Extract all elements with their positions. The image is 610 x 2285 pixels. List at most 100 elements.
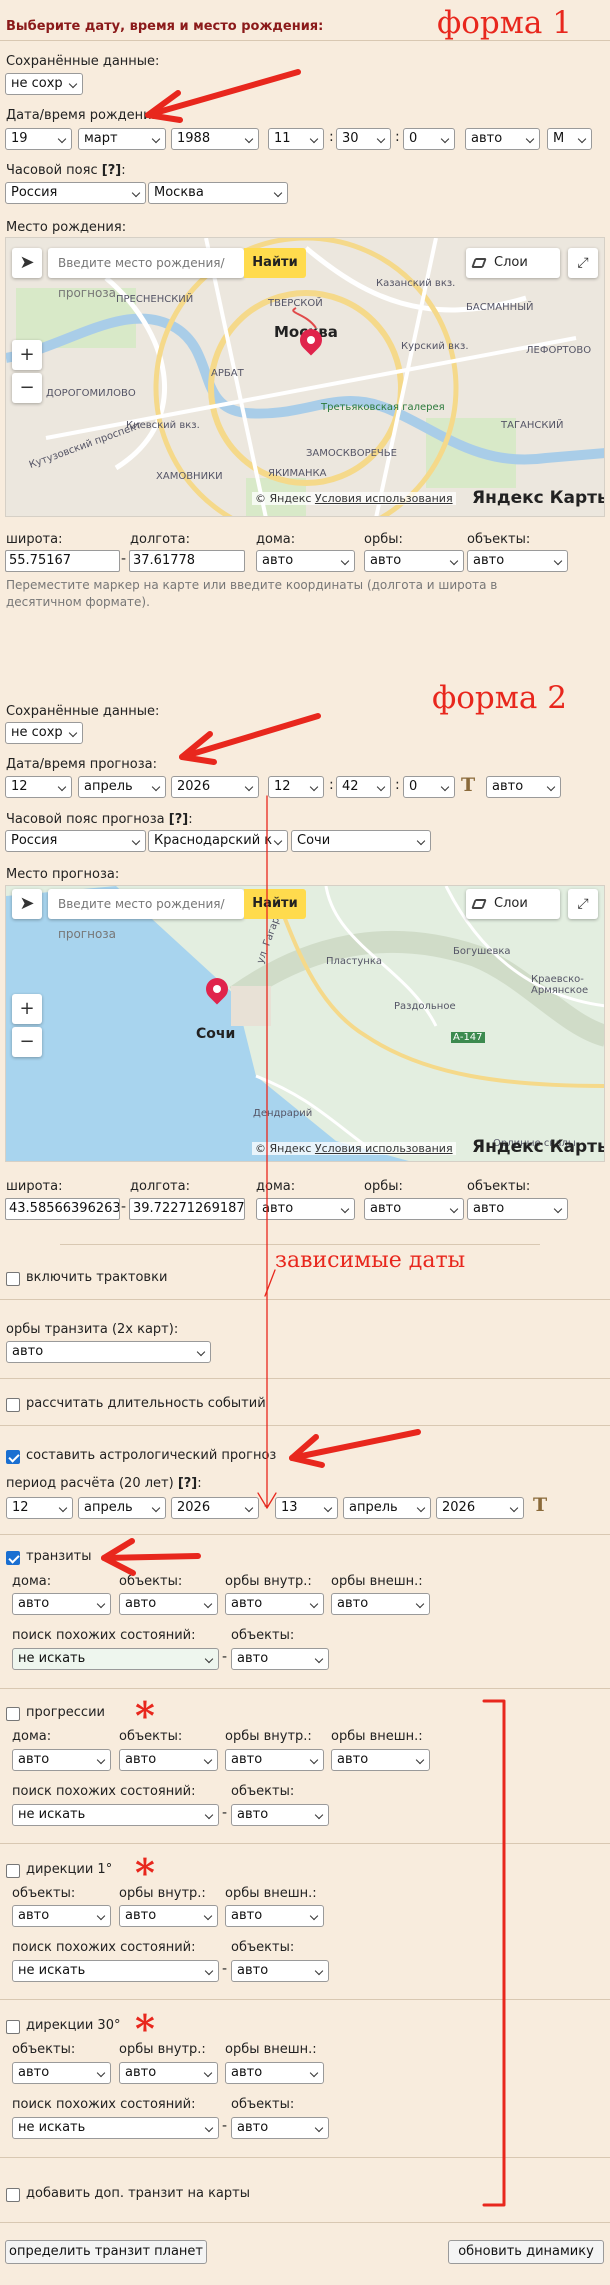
- forecast-second-select[interactable]: 0: [403, 776, 455, 798]
- timezone-city-select[interactable]: Москва: [148, 182, 288, 204]
- divider: [0, 1688, 610, 1689]
- birth-place-map[interactable]: Москва ПРЕСНЕНСКИЙ ТВЕРСКОЙ Казанский вк…: [5, 237, 605, 517]
- period-to-day-select[interactable]: 13: [275, 1497, 338, 1519]
- forecast-orbs-select[interactable]: авто: [364, 1198, 464, 1220]
- forecast-saved-data-select[interactable]: не сохр: [5, 722, 83, 744]
- transits-checkbox[interactable]: [6, 1551, 20, 1565]
- forecast-houses-select[interactable]: авто: [256, 1198, 355, 1220]
- longitude-input[interactable]: 37.61778: [129, 550, 245, 572]
- period-from-day-select[interactable]: 12: [6, 1497, 73, 1519]
- progressions-orbs-in-select[interactable]: авто: [225, 1749, 324, 1771]
- map-terms-link[interactable]: Условия использования: [315, 492, 453, 505]
- forecast-checkbox[interactable]: [6, 1450, 20, 1464]
- birth-year-select[interactable]: 1988: [171, 128, 259, 150]
- current-time-icon[interactable]: T: [533, 1494, 547, 1516]
- forecast-timezone-help-link[interactable]: [?]: [169, 812, 188, 827]
- forecast-hour-select[interactable]: 12: [268, 776, 324, 798]
- geolocation-icon[interactable]: ➤: [12, 889, 42, 919]
- transits-orbs-out-select[interactable]: авто: [331, 1593, 430, 1615]
- directions30-objects-select[interactable]: авто: [12, 2062, 111, 2084]
- birth-last-select[interactable]: М: [547, 128, 592, 150]
- directions1-similar-select[interactable]: не искать: [12, 1960, 219, 1982]
- progressions-houses-select[interactable]: авто: [12, 1749, 111, 1771]
- timezone-help-link[interactable]: [?]: [102, 163, 121, 178]
- durations-checkbox[interactable]: [6, 1398, 20, 1412]
- directions1-checkbox[interactable]: [6, 1864, 20, 1878]
- forecast-longitude-input[interactable]: 39.72271269187: [129, 1198, 245, 1220]
- transit-orbs-select[interactable]: авто: [6, 1341, 211, 1363]
- directions1-orbs-in-select[interactable]: авто: [119, 1905, 218, 1927]
- forecast-timezone-region-select[interactable]: Краснодарский к: [148, 830, 288, 852]
- birth-day-select[interactable]: 19: [5, 128, 72, 150]
- forecast-objects-select[interactable]: авто: [467, 1198, 568, 1220]
- period-from-month-select[interactable]: апрель: [78, 1497, 166, 1519]
- refresh-dynamics-button[interactable]: обновить динамику: [448, 2240, 604, 2264]
- birth-mode-select[interactable]: авто: [465, 128, 540, 150]
- directions1-similar-objects-select[interactable]: авто: [231, 1960, 329, 1982]
- determine-transit-button[interactable]: определить транзит планет: [5, 2240, 207, 2264]
- period-to-year-select[interactable]: 2026: [436, 1497, 524, 1519]
- interpretations-checkbox[interactable]: [6, 1272, 20, 1286]
- map-search-input[interactable]: Введите место рождения/прогноза: [48, 889, 244, 941]
- annotation-arrow: [179, 713, 321, 760]
- fullscreen-icon[interactable]: ⤢: [568, 889, 598, 919]
- directions1-orbs-out-select[interactable]: авто: [225, 1905, 324, 1927]
- forecast-timezone-country-select[interactable]: Россия: [5, 830, 146, 852]
- transits-similar-select[interactable]: не искать: [12, 1648, 219, 1670]
- orbs-select[interactable]: авто: [364, 550, 464, 572]
- map-terms-link[interactable]: Условия использования: [315, 1142, 453, 1155]
- orbs-label: орбы:: [364, 532, 403, 547]
- zoom-out-icon[interactable]: −: [12, 373, 42, 403]
- progressions-similar-objects-select[interactable]: авто: [231, 1804, 329, 1826]
- directions1-objects-select[interactable]: авто: [12, 1905, 111, 1927]
- forecast-mode-select[interactable]: авто: [486, 776, 561, 798]
- latitude-input[interactable]: 55.75167: [5, 550, 120, 572]
- birth-second-select[interactable]: 0: [403, 128, 455, 150]
- objects-select[interactable]: авто: [467, 550, 568, 572]
- period-to-month-select[interactable]: апрель: [343, 1497, 431, 1519]
- birth-hour-select[interactable]: 11: [268, 128, 324, 150]
- geolocation-icon[interactable]: ➤: [12, 248, 42, 278]
- birth-month-select[interactable]: март: [78, 128, 166, 150]
- forecast-month-select[interactable]: апрель: [78, 776, 166, 798]
- directions30-orbs-in-select[interactable]: авто: [119, 2062, 218, 2084]
- houses-select[interactable]: авто: [256, 550, 355, 572]
- transits-orbs-in-select[interactable]: авто: [225, 1593, 324, 1615]
- zoom-in-icon[interactable]: +: [12, 340, 42, 370]
- saved-data-select[interactable]: не сохр: [5, 73, 83, 95]
- map-find-button[interactable]: Найти: [244, 248, 306, 278]
- progressions-orbs-out-select[interactable]: авто: [331, 1749, 430, 1771]
- birth-minute-select[interactable]: 30: [336, 128, 391, 150]
- zoom-in-icon[interactable]: +: [12, 994, 42, 1024]
- durations-label: рассчитать длительность событий: [26, 1396, 266, 1411]
- timezone-country-select[interactable]: Россия: [5, 182, 146, 204]
- map-search-input[interactable]: Введите место рождения/прогноза: [48, 248, 244, 300]
- directions30-orbs-out-select[interactable]: авто: [225, 2062, 324, 2084]
- map-find-button[interactable]: Найти: [244, 889, 306, 919]
- transits-objects-select[interactable]: авто: [119, 1593, 218, 1615]
- period-help-link[interactable]: [?]: [178, 1476, 197, 1491]
- current-time-icon[interactable]: T: [461, 774, 475, 796]
- transit-orbs-label: орбы транзита (2x карт):: [6, 1322, 179, 1337]
- forecast-houses-label: дома:: [256, 1179, 296, 1194]
- progressions-checkbox[interactable]: [6, 1707, 20, 1721]
- transits-similar-objects-select[interactable]: авто: [231, 1648, 329, 1670]
- period-from-year-select[interactable]: 2026: [171, 1497, 259, 1519]
- progressions-similar-select[interactable]: не искать: [12, 1804, 219, 1826]
- add-transit-checkbox[interactable]: [6, 2188, 20, 2202]
- progressions-objects-select[interactable]: авто: [119, 1749, 218, 1771]
- directions30-similar-objects-select[interactable]: авто: [231, 2117, 329, 2139]
- directions30-checkbox[interactable]: [6, 2020, 20, 2034]
- saved-data-label: Сохранённые данные:: [6, 54, 160, 69]
- transits-houses-select[interactable]: авто: [12, 1593, 111, 1615]
- forecast-year-select[interactable]: 2026: [171, 776, 259, 798]
- forecast-timezone-city-select[interactable]: Сочи: [291, 830, 431, 852]
- map-label: Богушевка: [453, 946, 511, 957]
- forecast-day-select[interactable]: 12: [5, 776, 72, 798]
- zoom-out-icon[interactable]: −: [12, 1027, 42, 1057]
- fullscreen-icon[interactable]: ⤢: [568, 248, 598, 278]
- forecast-place-map[interactable]: Сочи Богушевка Краевско-Армянское Раздол…: [5, 885, 605, 1162]
- directions30-similar-select[interactable]: не искать: [12, 2117, 219, 2139]
- forecast-minute-select[interactable]: 42: [336, 776, 391, 798]
- forecast-latitude-input[interactable]: 43.58566396263: [5, 1198, 120, 1220]
